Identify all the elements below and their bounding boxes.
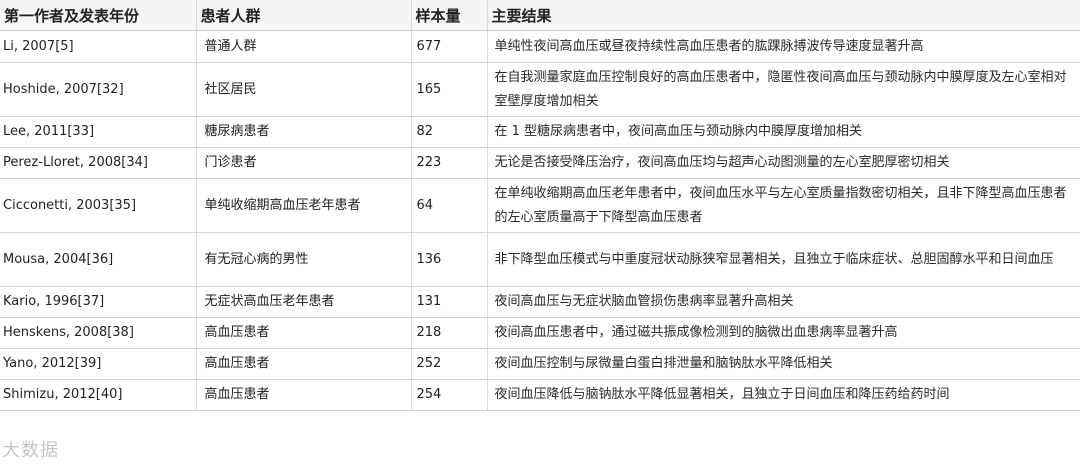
cell-main-result: 夜间血压降低与脑钠肽水平降低显著相关，且独立于日间血压和降压药给药时间 [487, 379, 1080, 411]
table-row: Kario, 1996[37] 无症状高血压老年患者 131 夜间高血压与无症状… [0, 286, 1080, 318]
cell-sample-size: 136 [411, 232, 488, 287]
cell-sample-size: 677 [411, 30, 488, 63]
table-row: Lee, 2011[33] 糖尿病患者 82 在 1 型糖尿病患者中，夜间高血压… [0, 116, 1080, 148]
cell-main-result: 无论是否接受降压治疗，夜间高血压均与超声心动图测量的左心室肥厚密切相关 [487, 147, 1080, 179]
cell-sample-size: 218 [411, 317, 488, 349]
header-sample-size: 样本量 [411, 0, 488, 31]
table-row: Perez-Lloret, 2008[34] 门诊患者 223 无论是否接受降压… [0, 147, 1080, 179]
table-header-row: 第一作者及发表年份 患者人群 样本量 主要结果 [0, 0, 1080, 31]
cell-main-result: 在 1 型糖尿病患者中，夜间高血压与颈动脉内中膜厚度增加相关 [487, 116, 1080, 148]
cell-patient-group: 高血压患者 [196, 348, 412, 380]
cell-sample-size: 254 [411, 379, 488, 411]
cell-patient-group: 无症状高血压老年患者 [196, 286, 412, 318]
cell-sample-size: 223 [411, 147, 488, 179]
cell-main-result: 夜间高血压患者中，通过磁共振成像检测到的脑微出血患病率显著升高 [487, 317, 1080, 349]
cell-author: Perez-Lloret, 2008[34] [0, 147, 197, 179]
cell-author: Hoshide, 2007[32] [0, 62, 197, 117]
results-table: 第一作者及发表年份 患者人群 样本量 主要结果 Li, 2007[5] 普通人群… [0, 0, 1080, 411]
cell-patient-group: 门诊患者 [196, 147, 412, 179]
table-row: Cicconetti, 2003[35] 单纯收缩期高血压老年患者 64 在单纯… [0, 178, 1080, 233]
cell-patient-group: 有无冠心病的男性 [196, 232, 412, 287]
cell-main-result: 单纯性夜间高血压或昼夜持续性高血压患者的肱踝脉搏波传导速度显著升高 [487, 30, 1080, 63]
cell-author: Lee, 2011[33] [0, 116, 197, 148]
cell-sample-size: 82 [411, 116, 488, 148]
cell-author: Henskens, 2008[38] [0, 317, 197, 349]
watermark: 大数据 [2, 440, 59, 461]
cell-patient-group: 高血压患者 [196, 317, 412, 349]
cell-main-result: 夜间高血压与无症状脑血管损伤患病率显著升高相关 [487, 286, 1080, 318]
table-row: Yano, 2012[39] 高血压患者 252 夜间血压控制与尿微量白蛋白排泄… [0, 348, 1080, 380]
cell-patient-group: 普通人群 [196, 30, 412, 63]
table-row: Mousa, 2004[36] 有无冠心病的男性 136 非下降型血压模式与中重… [0, 232, 1080, 287]
cell-main-result: 在单纯收缩期高血压老年患者中，夜间血压水平与左心室质量指数密切相关，且非下降型高… [487, 178, 1080, 233]
header-main-results: 主要结果 [487, 0, 1080, 31]
cell-author: Cicconetti, 2003[35] [0, 178, 197, 233]
cell-sample-size: 131 [411, 286, 488, 318]
table-row: Shimizu, 2012[40] 高血压患者 254 夜间血压降低与脑钠肽水平… [0, 379, 1080, 411]
cell-patient-group: 单纯收缩期高血压老年患者 [196, 178, 412, 233]
cell-main-result: 在自我测量家庭血压控制良好的高血压患者中，隐匿性夜间高血压与颈动脉内中膜厚度及左… [487, 62, 1080, 117]
cell-patient-group: 糖尿病患者 [196, 116, 412, 148]
cell-main-result: 夜间血压控制与尿微量白蛋白排泄量和脑钠肽水平降低相关 [487, 348, 1080, 380]
cell-sample-size: 165 [411, 62, 488, 117]
cell-main-result: 非下降型血压模式与中重度冠状动脉狭窄显著相关，且独立于临床症状、总胆固醇水平和日… [487, 232, 1080, 287]
cell-patient-group: 高血压患者 [196, 379, 412, 411]
header-patient-group: 患者人群 [196, 0, 412, 31]
cell-author: Kario, 1996[37] [0, 286, 197, 318]
cell-sample-size: 64 [411, 178, 488, 233]
cell-sample-size: 252 [411, 348, 488, 380]
cell-author: Mousa, 2004[36] [0, 232, 197, 287]
table-row: Hoshide, 2007[32] 社区居民 165 在自我测量家庭血压控制良好… [0, 62, 1080, 117]
header-author: 第一作者及发表年份 [0, 0, 197, 31]
cell-author: Yano, 2012[39] [0, 348, 197, 380]
cell-author: Shimizu, 2012[40] [0, 379, 197, 411]
table-row: Henskens, 2008[38] 高血压患者 218 夜间高血压患者中，通过… [0, 317, 1080, 349]
cell-patient-group: 社区居民 [196, 62, 412, 117]
cell-author: Li, 2007[5] [0, 30, 197, 63]
table-row: Li, 2007[5] 普通人群 677 单纯性夜间高血压或昼夜持续性高血压患者… [0, 30, 1080, 63]
